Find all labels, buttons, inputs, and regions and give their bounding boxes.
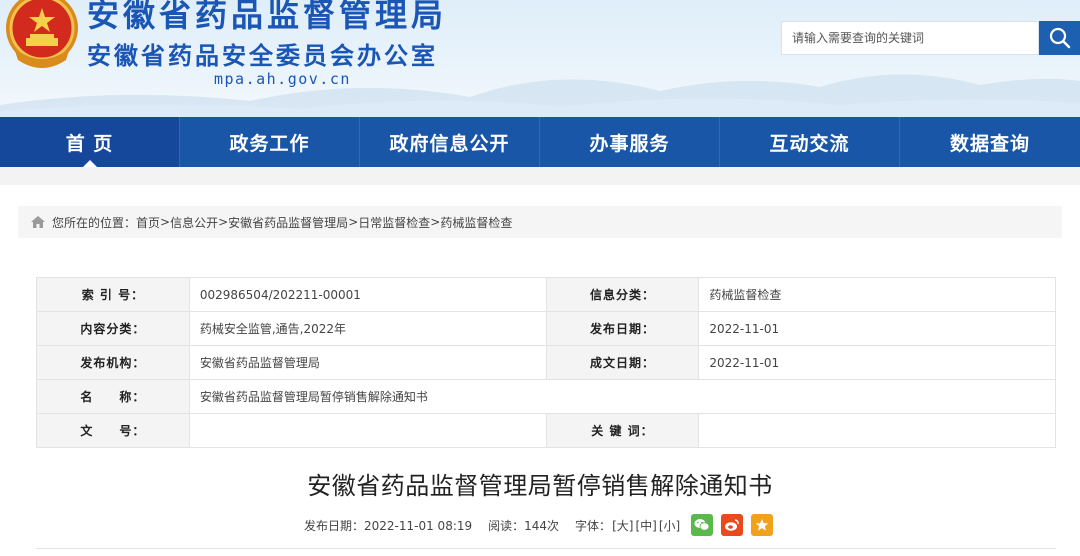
breadcrumb-separator: > xyxy=(430,215,441,229)
home-icon xyxy=(30,215,46,229)
meta-label: 文 号： xyxy=(36,413,190,448)
org-name: 安徽省药品监督管理局 xyxy=(87,0,448,34)
breadcrumb-link-daily-inspection[interactable]: 日常监督检查 xyxy=(358,214,430,231)
font-size-medium-button[interactable]: [中] xyxy=(635,517,656,534)
meta-value: 2022-11-01 xyxy=(698,311,1056,346)
breadcrumb-separator: > xyxy=(218,215,229,229)
publish-datetime: 发布日期：2022-11-01 08:19 xyxy=(304,518,473,533)
font-size-large-button[interactable]: [大] xyxy=(612,517,633,534)
meta-label: 名 称： xyxy=(36,379,190,414)
meta-value xyxy=(698,413,1056,448)
table-row: 发布机构： 安徽省药品监督管理局 成文日期： 2022-11-01 xyxy=(36,345,1056,380)
document-meta-table: 索 引 号： 002986504/202211-00001 信息分类： 药械监督… xyxy=(36,277,1057,448)
search-button[interactable] xyxy=(1039,21,1080,55)
meta-value: 2022-11-01 xyxy=(698,345,1056,380)
wechat-icon xyxy=(694,519,710,531)
breadcrumb-link-drug-device-inspection[interactable]: 药械监督检查 xyxy=(440,214,512,231)
nav-item-services[interactable]: 办事服务 xyxy=(540,117,720,167)
meta-label: 成文日期： xyxy=(545,345,700,380)
star-icon xyxy=(755,519,769,531)
favorite-button[interactable] xyxy=(751,514,774,536)
meta-value: 安徽省药品监督管理局 xyxy=(188,345,547,380)
article-info-bar: 发布日期：2022-11-01 08:19 阅读：144次 字体： [大] [中… xyxy=(304,512,774,538)
meta-value: 药械安全监管,通告,2022年 xyxy=(188,311,547,346)
meta-label: 内容分类： xyxy=(36,311,190,346)
site-header: 安徽省药品监督管理局 安徽省药品安全委员会办公室 mpa.ah.gov.cn xyxy=(0,0,1080,117)
meta-label: 发布日期： xyxy=(545,311,700,346)
meta-label: 信息分类： xyxy=(545,277,700,312)
breadcrumb-separator: > xyxy=(160,215,171,229)
table-row: 名 称： 安徽省药品监督管理局暂停销售解除通知书 xyxy=(36,379,1057,414)
main-nav: 首 页 政务工作 政府信息公开 办事服务 互动交流 数据查询 xyxy=(0,117,1080,167)
meta-value: 安徽省药品监督管理局暂停销售解除通知书 xyxy=(188,379,1057,414)
org-sub-name: 安徽省药品安全委员会办公室 xyxy=(87,42,438,70)
meta-label: 发布机构： xyxy=(36,345,190,380)
breadcrumb-separator: > xyxy=(348,215,359,229)
breadcrumb-link-info[interactable]: 信息公开 xyxy=(170,214,218,231)
meta-value: 药械监督检查 xyxy=(698,277,1056,312)
article-title: 安徽省药品监督管理局暂停销售解除通知书 xyxy=(307,472,773,500)
search-icon xyxy=(1049,27,1070,49)
weibo-share-button[interactable] xyxy=(721,514,744,536)
breadcrumb-link-home[interactable]: 首页 xyxy=(136,214,160,231)
read-count: 阅读：144次 xyxy=(488,518,560,533)
font-size-label: 字体： xyxy=(575,518,612,533)
nav-divider-band xyxy=(0,167,1080,185)
national-emblem-icon xyxy=(6,0,78,68)
table-row: 索 引 号： 002986504/202211-00001 信息分类： 药械监督… xyxy=(36,277,1056,312)
breadcrumb-link-bureau[interactable]: 安徽省药品监督管理局 xyxy=(228,214,348,231)
font-size-small-button[interactable]: [小] xyxy=(659,517,680,534)
breadcrumb: 您所在的位置： 首页 > 信息公开 > 安徽省药品监督管理局 > 日常监督检查 … xyxy=(18,206,1062,238)
table-row: 文 号： 关 键 词： xyxy=(36,413,1056,448)
nav-item-info-disclosure[interactable]: 政府信息公开 xyxy=(360,117,540,167)
wechat-share-button[interactable] xyxy=(691,514,714,536)
nav-item-data-query[interactable]: 数据查询 xyxy=(900,117,1080,167)
meta-label: 索 引 号： xyxy=(36,277,190,312)
site-domain: mpa.ah.gov.cn xyxy=(214,70,351,88)
nav-item-interaction[interactable]: 互动交流 xyxy=(720,117,900,167)
nav-item-home[interactable]: 首 页 xyxy=(0,117,180,167)
weibo-icon xyxy=(725,519,739,531)
table-row: 内容分类： 药械安全监管,通告,2022年 发布日期： 2022-11-01 xyxy=(36,311,1056,346)
nav-item-government-affairs[interactable]: 政务工作 xyxy=(180,117,360,167)
search-input[interactable] xyxy=(781,21,1039,55)
meta-value xyxy=(188,413,547,448)
meta-label: 关 键 词： xyxy=(545,413,700,448)
breadcrumb-prefix: 您所在的位置： xyxy=(52,215,137,230)
meta-value: 002986504/202211-00001 xyxy=(188,277,547,312)
content-divider xyxy=(36,548,1056,549)
